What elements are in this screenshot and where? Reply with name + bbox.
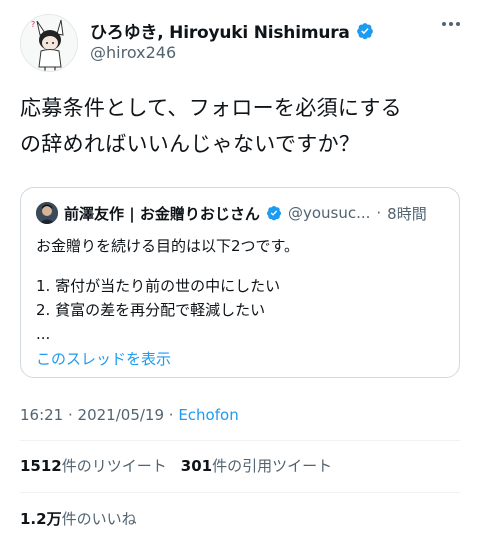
more-options-icon[interactable] <box>442 22 460 26</box>
quote-tweets-count[interactable]: 301 <box>181 457 212 475</box>
tweet-text-line: の辞めればいいんじゃないですか？ <box>20 132 361 156</box>
separator-dot: · <box>63 406 78 424</box>
author-handle[interactable]: @hirox246 <box>90 43 176 62</box>
quote-tweets-label[interactable]: 件の引用ツイート <box>212 455 332 476</box>
author-avatar[interactable]: ? <box>20 14 78 72</box>
retweets-label[interactable]: 件のリツイート <box>62 455 167 476</box>
quoted-author-handle: @yousuc... <box>287 204 371 222</box>
quoted-tweet-time: 8時間 <box>387 204 427 223</box>
author-display-name[interactable]: ひろゆき, Hiroyuki Nishimura <box>90 18 350 43</box>
quoted-tweet-body: お金贈りを続ける目的は以下2つです。 1. 寄付が当たり前の世の中にしたい 2.… <box>36 234 446 346</box>
tweet-text: 応募条件として、フォローを必須にする の辞めればいいんじゃないですか？ <box>20 90 460 162</box>
quoted-tweet-header: 前澤友作 | お金贈りおじさん @yousuc... · 8時間 <box>36 202 446 224</box>
quoted-body-line: 2. 貧富の差を再分配で軽減したい <box>36 301 266 319</box>
tweet-header: ? ひろゆき, Hiroyuki Nishimura @hirox246 <box>20 14 460 72</box>
verified-badge-icon <box>266 206 281 221</box>
tweet-stats: 1512 件のリツイート 301 件の引用ツイート <box>20 455 332 476</box>
svg-text:?: ? <box>31 20 35 29</box>
tweet-time[interactable]: 16:21 <box>20 406 63 424</box>
tweet-date[interactable]: 2021/05/19 <box>78 406 164 424</box>
verified-badge-icon <box>356 22 373 39</box>
likes-label[interactable]: 件のいいね <box>62 508 137 529</box>
quoted-author-name: 前澤友作 | お金贈りおじさん <box>64 204 260 223</box>
quoted-body-line: 1. 寄付が当たり前の世の中にしたい <box>36 277 281 295</box>
show-thread-link[interactable]: このスレッドを表示 <box>36 348 171 369</box>
tweet-text-line: 応募条件として、フォローを必須にする <box>20 96 402 120</box>
divider <box>20 440 460 441</box>
tweet-likes: 1.2万 件のいいね <box>20 508 137 529</box>
retweets-count[interactable]: 1512 <box>20 457 62 475</box>
quoted-tweet-card[interactable]: 前澤友作 | お金贈りおじさん @yousuc... · 8時間 お金贈りを続け… <box>20 187 460 378</box>
separator-dot: · <box>164 406 179 424</box>
person-photo-icon <box>36 202 58 224</box>
tweet-source-link[interactable]: Echofon <box>178 406 238 424</box>
divider <box>20 492 460 493</box>
quoted-body-line: お金贈りを続ける目的は以下2つです。 <box>36 237 300 255</box>
quoted-author-avatar <box>36 202 58 224</box>
quoted-body-line: ... <box>36 325 51 343</box>
tweet-meta: 16:21 · 2021/05/19 · Echofon <box>20 406 239 424</box>
cartoon-avatar-icon: ? <box>21 15 77 71</box>
separator-dot: · <box>376 204 382 222</box>
author-name-row[interactable]: ひろゆき, Hiroyuki Nishimura <box>90 18 374 43</box>
likes-count[interactable]: 1.2万 <box>20 508 62 529</box>
